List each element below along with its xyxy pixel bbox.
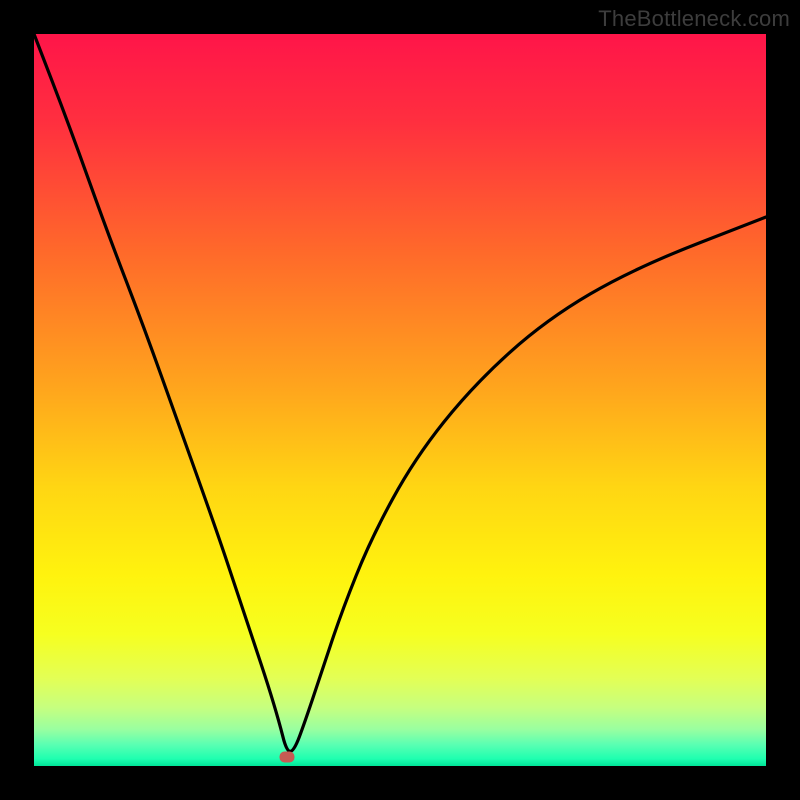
curve-path: [34, 34, 766, 751]
bottleneck-curve: [34, 34, 766, 766]
chart-frame: TheBottleneck.com: [0, 0, 800, 800]
watermark-text: TheBottleneck.com: [598, 6, 790, 32]
optimal-marker: [279, 752, 294, 763]
